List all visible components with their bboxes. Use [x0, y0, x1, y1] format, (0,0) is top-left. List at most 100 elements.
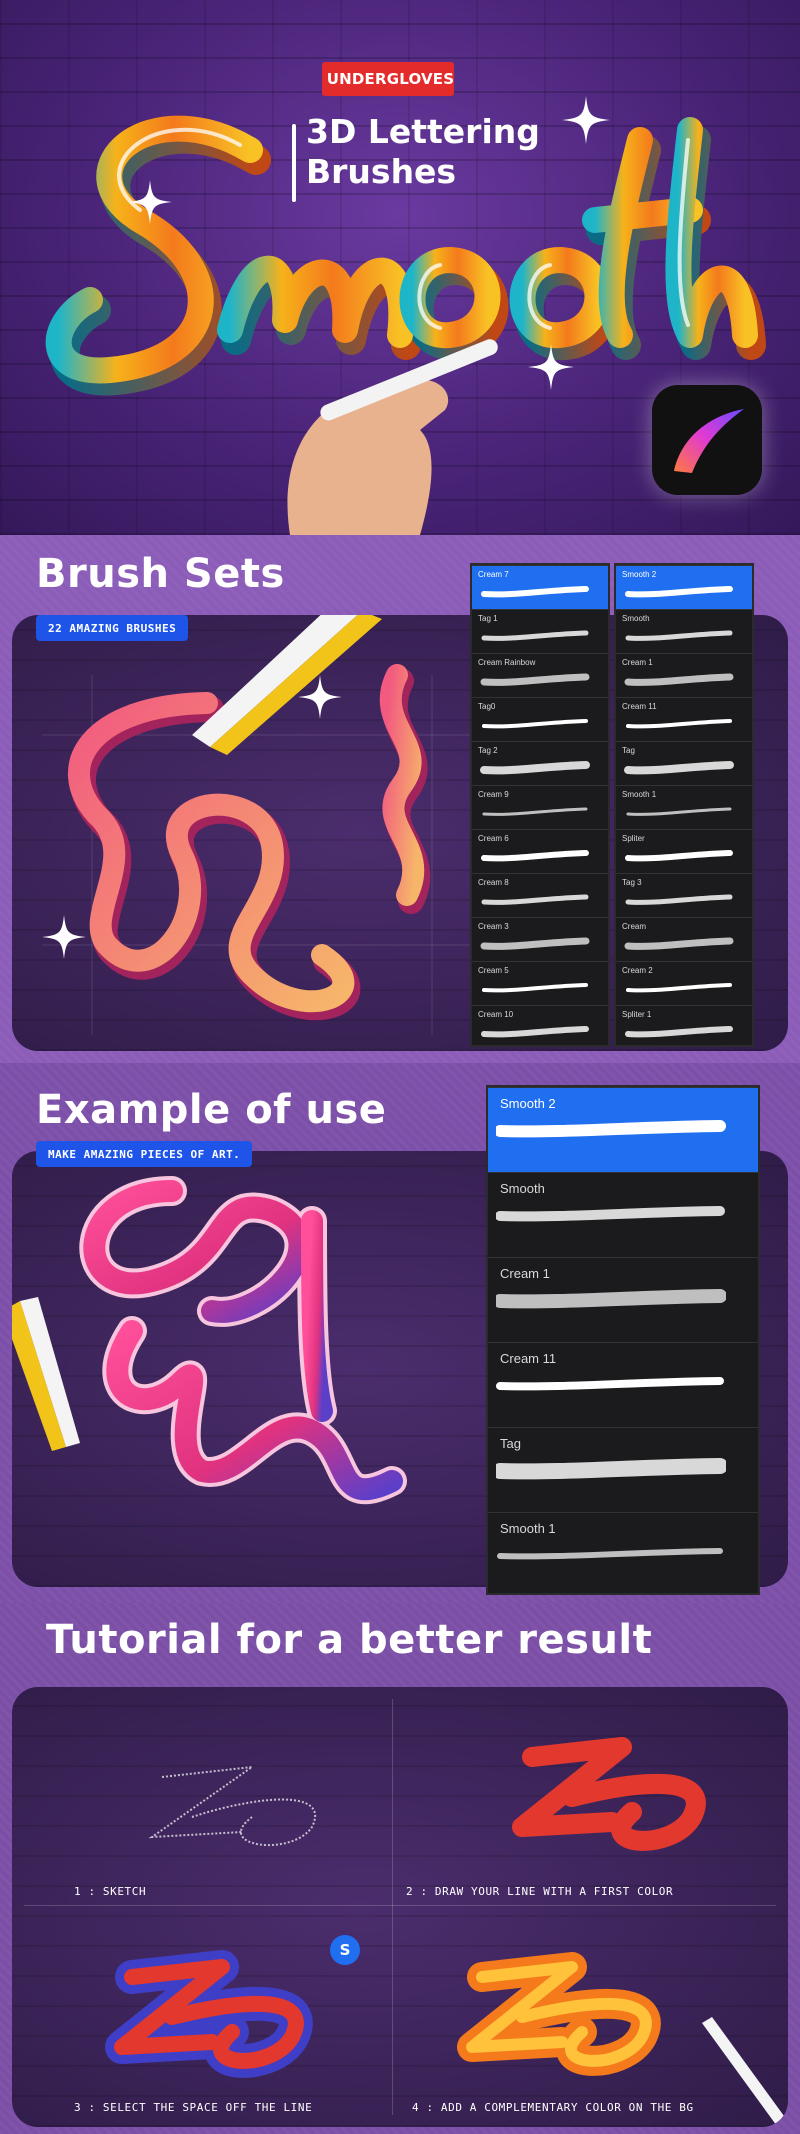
- brush-list-example[interactable]: Smooth 2 Smooth Cream 1 Cream 11 Tag Smooth 1: [486, 1085, 760, 1595]
- brush-stroke-preview: [625, 850, 733, 862]
- brush-item[interactable]: Cream: [616, 917, 752, 961]
- brush-item[interactable]: Spliter 1: [616, 1005, 752, 1049]
- example-title: Example of use: [36, 1087, 387, 1133]
- brush-item[interactable]: Cream 6: [472, 829, 608, 873]
- brush-stroke-preview: [482, 983, 588, 993]
- brush-stroke-preview: [495, 1206, 725, 1222]
- brush-stroke-preview: [492, 1458, 728, 1480]
- brush-item-label: Cream 3: [478, 922, 509, 931]
- brush-item-label: Spliter: [622, 834, 645, 843]
- brush-item[interactable]: Cream 8: [472, 873, 608, 917]
- brush-stroke: [494, 1114, 746, 1148]
- brush-item-label: Cream 6: [478, 834, 509, 843]
- brush-item[interactable]: Tag 1: [472, 609, 608, 653]
- brush-stroke: [480, 670, 596, 694]
- brush-stroke: [624, 978, 740, 1002]
- brush-stroke: [624, 846, 740, 870]
- brush-item[interactable]: Spliter: [616, 829, 752, 873]
- brush-stroke-preview: [497, 1548, 723, 1560]
- brush-stroke-preview: [482, 719, 588, 729]
- brush-item[interactable]: Smooth 1: [488, 1512, 758, 1597]
- brush-item-label: Tag 2: [478, 746, 498, 755]
- brush-item-label: Tag: [622, 746, 635, 755]
- brush-stroke-preview: [625, 630, 733, 641]
- brush-list-left[interactable]: Cream 7 Tag 1 Cream Rainbow Tag0 Tag 2 Cream …: [470, 563, 610, 1047]
- brush-stroke: [624, 934, 740, 958]
- brush-item-label: Cream Rainbow: [478, 658, 536, 667]
- brush-stroke-preview: [626, 807, 732, 816]
- brush-stroke: [624, 758, 740, 782]
- brush-item[interactable]: Smooth 1: [616, 785, 752, 829]
- brush-item-label: Cream 1: [500, 1266, 550, 1281]
- brush-stroke: [480, 890, 596, 914]
- step-1-label: 1 : SKETCH: [74, 1885, 147, 1898]
- brush-item[interactable]: Cream 5: [472, 961, 608, 1005]
- brand-name: UNDERGLOVES: [326, 70, 455, 88]
- procreate-app-icon: [652, 385, 762, 495]
- brush-stroke: [480, 846, 596, 870]
- brush-item-label: Cream 1: [622, 658, 653, 667]
- brush-stroke: [480, 934, 596, 958]
- step-3-label: 3 : SELECT THE SPACE OFF THE LINE: [74, 2101, 313, 2114]
- hero-subtitle: 3D Lettering Brushes: [306, 112, 566, 192]
- brush-count-chip-overlay: 22 AMAZING BRUSHES: [36, 615, 189, 641]
- brush-stroke: [480, 1022, 596, 1046]
- brush-stroke: [624, 626, 740, 650]
- brush-item[interactable]: Smooth 2: [488, 1087, 758, 1172]
- brush-stroke: [480, 582, 596, 606]
- brush-item-label: Cream 9: [478, 790, 509, 799]
- brush-stroke-preview: [496, 1377, 724, 1391]
- hero-banner: UNDERGLOVES 3D Lettering Brushes: [0, 0, 800, 535]
- example-chip: MAKE AMAZING PIECES OF ART.: [36, 1141, 253, 1167]
- brush-item[interactable]: Cream 1: [616, 653, 752, 697]
- example-section: Example of use MAKE AMAZING PIECES OF AR…: [0, 1063, 800, 1603]
- sparkle-icon: [128, 180, 172, 224]
- brush-item-label: Cream 7: [478, 570, 509, 579]
- brush-stroke-preview: [481, 894, 589, 905]
- brush-item[interactable]: Tag 2: [472, 741, 608, 785]
- tutorial-steps-artwork: [105, 1737, 788, 2127]
- brush-stroke: [624, 1022, 740, 1046]
- brush-item[interactable]: Tag: [488, 1427, 758, 1512]
- brush-item[interactable]: Tag0: [472, 697, 608, 741]
- brush-stroke-preview: [481, 630, 589, 641]
- brush-item[interactable]: Cream 10: [472, 1005, 608, 1049]
- brush-stroke-preview: [481, 1026, 589, 1038]
- brush-stroke: [495, 1199, 746, 1233]
- brush-stroke-preview: [624, 761, 734, 775]
- brush-item[interactable]: Cream 9: [472, 785, 608, 829]
- brush-stroke-preview: [481, 586, 589, 598]
- brush-item[interactable]: Cream 2: [616, 961, 752, 1005]
- brush-item[interactable]: Cream 3: [472, 917, 608, 961]
- brush-item-label: Cream 5: [478, 966, 509, 975]
- brush-item[interactable]: Cream 1: [488, 1257, 758, 1342]
- tutorial-title: Tutorial for a better result: [46, 1617, 653, 1663]
- brush-stroke: [624, 670, 740, 694]
- brush-stroke: [496, 1369, 746, 1403]
- brush-list-right[interactable]: Smooth 2 Smooth Cream 1 Cream 11 Tag Smooth 1…: [614, 563, 754, 1047]
- brush-stroke: [480, 626, 596, 650]
- brush-item[interactable]: Cream 11: [616, 697, 752, 741]
- brush-item[interactable]: Tag: [616, 741, 752, 785]
- brush-stroke-preview: [625, 894, 733, 905]
- subtitle-line-2: Brushes: [306, 152, 457, 191]
- brush-item[interactable]: Smooth: [616, 609, 752, 653]
- hand-with-pencil: [287, 339, 498, 535]
- brush-item[interactable]: Smooth: [488, 1172, 758, 1257]
- brush-item[interactable]: Cream 7: [472, 565, 608, 609]
- brush-stroke-preview: [626, 719, 732, 729]
- brush-stroke-preview: [481, 850, 589, 862]
- brush-stroke: [480, 978, 596, 1002]
- brush-stroke: [624, 582, 740, 606]
- sparkle-icon: [562, 96, 610, 144]
- brush-sets-section: Brush Sets 22 AMAZING BRUSHES 22 AMAZING…: [0, 535, 800, 1063]
- brush-item-label: Smooth 2: [622, 570, 657, 579]
- brush-item[interactable]: Cream Rainbow: [472, 653, 608, 697]
- horizontal-divider: [24, 1905, 776, 1906]
- brush-item-label: Tag: [500, 1436, 521, 1451]
- brush-item[interactable]: Tag 3: [616, 873, 752, 917]
- brush-item-label: Cream 10: [478, 1010, 514, 1019]
- brush-item[interactable]: Smooth 2: [616, 565, 752, 609]
- brush-item-label: Tag 3: [622, 878, 642, 887]
- brush-item[interactable]: Cream 11: [488, 1342, 758, 1427]
